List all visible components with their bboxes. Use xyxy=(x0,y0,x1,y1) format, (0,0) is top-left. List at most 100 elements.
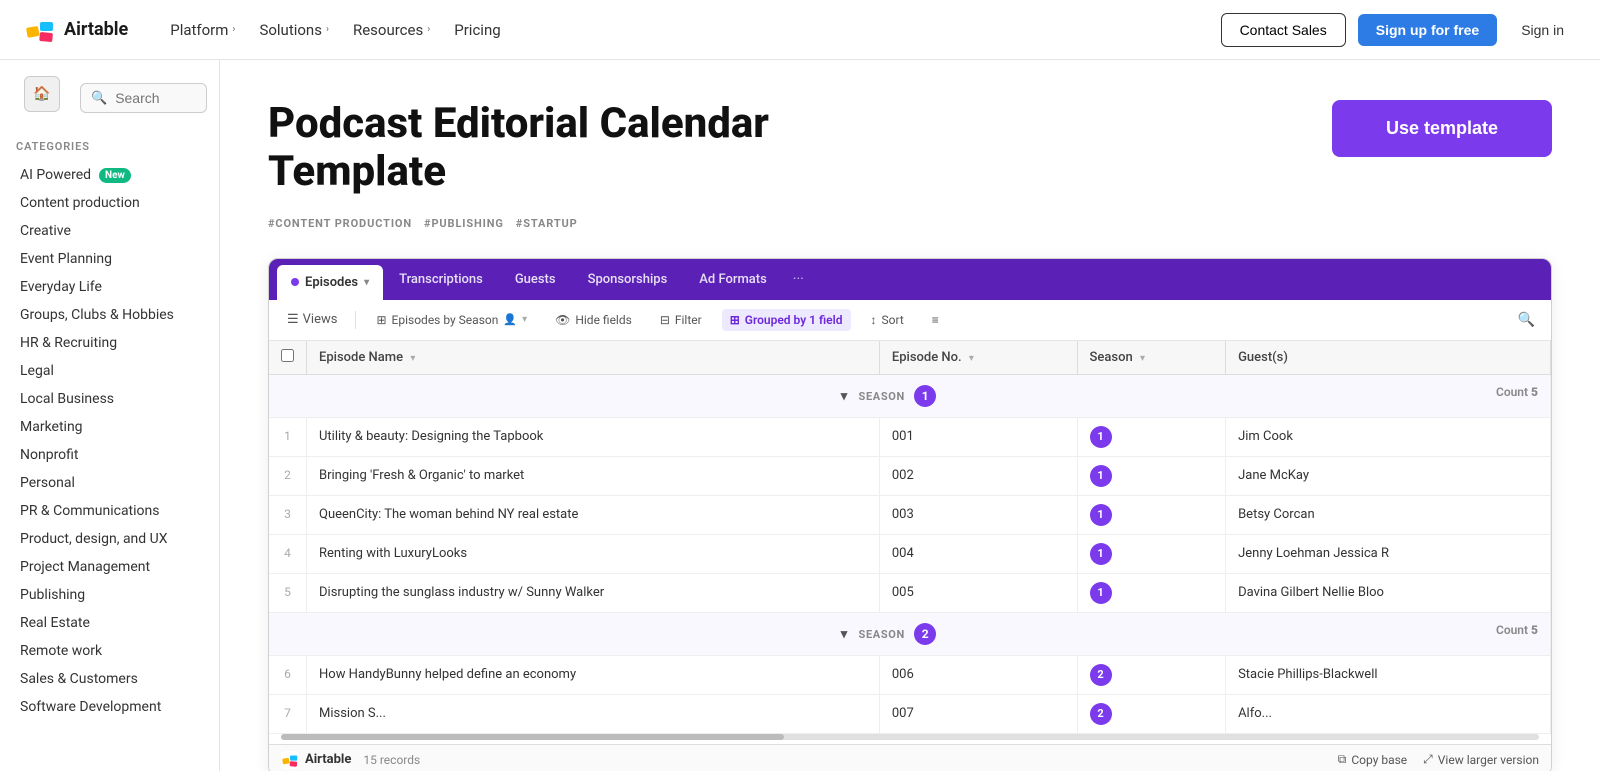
sidebar-item-product-design[interactable]: Product, design, and UX xyxy=(4,525,215,553)
row-height-button[interactable]: ≡ xyxy=(924,309,947,331)
nav-pricing[interactable]: Pricing xyxy=(444,15,510,45)
season-col-header[interactable]: Season ▾ xyxy=(1077,341,1226,375)
sidebar-item-real-estate[interactable]: Real Estate xyxy=(4,609,215,637)
views-button[interactable]: ☰ Views xyxy=(281,308,343,331)
season-tag-2: 1 xyxy=(1090,465,1112,487)
tab-ad-formats[interactable]: Ad Formats xyxy=(683,260,783,299)
sidebar-item-sales-customers[interactable]: Sales & Customers xyxy=(4,665,215,693)
sidebar-item-ai-powered[interactable]: AI Powered New xyxy=(4,161,215,189)
main-layout: 🏠 🔍 CATEGORIES AI Powered New Content pr… xyxy=(0,60,1600,771)
sidebar-item-label: Creative xyxy=(20,223,71,239)
use-template-button[interactable]: Use template xyxy=(1332,100,1552,157)
sidebar-item-publishing[interactable]: Publishing xyxy=(4,581,215,609)
copy-base-label: Copy base xyxy=(1351,753,1407,767)
hide-fields-button[interactable]: 👁 Hide fields xyxy=(547,309,640,331)
sidebar-item-creative[interactable]: Creative xyxy=(4,217,215,245)
tab-episodes[interactable]: Episodes ▾ xyxy=(277,265,383,300)
sidebar-item-marketing[interactable]: Marketing xyxy=(4,413,215,441)
sidebar-item-software-dev[interactable]: Software Development xyxy=(4,693,215,721)
filter-icon: ⊟ xyxy=(660,313,670,327)
select-all-checkbox[interactable] xyxy=(281,349,294,362)
row-num-7: 7 xyxy=(284,706,291,720)
sidebar-item-remote-work[interactable]: Remote work xyxy=(4,637,215,665)
episode-no-col-header[interactable]: Episode No. ▾ xyxy=(879,341,1077,375)
season-tag-1: 1 xyxy=(1090,426,1112,448)
tab-guests[interactable]: Guests xyxy=(499,260,572,299)
season1-expand-icon[interactable]: ▾ xyxy=(841,389,848,404)
season-cell: 1 xyxy=(1077,417,1226,456)
grouped-by-button[interactable]: ⊞ Grouped by 1 field xyxy=(722,309,851,331)
records-label: 15 records xyxy=(363,753,420,767)
sidebar-item-groups-clubs[interactable]: Groups, Clubs & Hobbies xyxy=(4,301,215,329)
checkbox-col-header[interactable] xyxy=(269,341,307,375)
sidebar-item-everyday-life[interactable]: Everyday Life xyxy=(4,273,215,301)
sidebar-item-event-planning[interactable]: Event Planning xyxy=(4,245,215,273)
home-button[interactable]: 🏠 xyxy=(24,76,60,112)
main-content: Podcast Editorial Calendar Template Use … xyxy=(220,60,1600,771)
episodes-by-season-button[interactable]: ⊞ Episodes by Season 👤 ▾ xyxy=(368,309,535,331)
episode-name-cell: Renting with LuxuryLooks xyxy=(307,534,880,573)
logo[interactable]: Airtable xyxy=(24,14,128,46)
sidebar-item-local-business[interactable]: Local Business xyxy=(4,385,215,413)
sidebar-item-label: Event Planning xyxy=(20,251,112,267)
episode-no-cell: 001 xyxy=(879,417,1077,456)
sidebar-item-legal[interactable]: Legal xyxy=(4,357,215,385)
nav-solutions[interactable]: Solutions › xyxy=(249,15,339,45)
search-box[interactable]: 🔍 xyxy=(80,83,207,113)
sidebar-item-label: Real Estate xyxy=(20,615,90,631)
episode-name-cell: Bringing 'Fresh & Organic' to market xyxy=(307,456,880,495)
row-num-1: 1 xyxy=(284,429,291,443)
guests-col-header[interactable]: Guest(s) xyxy=(1226,341,1551,375)
sidebar-item-personal[interactable]: Personal xyxy=(4,469,215,497)
season-tag-3: 1 xyxy=(1090,504,1112,526)
tab-transcriptions[interactable]: Transcriptions xyxy=(383,260,499,299)
episode-name-cell: QueenCity: The woman behind NY real esta… xyxy=(307,495,880,534)
tab-more-icon[interactable]: ··· xyxy=(783,259,814,299)
horizontal-scrollbar[interactable] xyxy=(281,734,1539,740)
sidebar: 🏠 🔍 CATEGORIES AI Powered New Content pr… xyxy=(0,60,220,771)
season2-expand-icon[interactable]: ▾ xyxy=(841,627,848,642)
signin-button[interactable]: Sign in xyxy=(1509,14,1576,46)
new-badge: New xyxy=(99,168,131,183)
table-row: 7 Mission S... 007 2 Alfo... xyxy=(269,694,1551,733)
tag-publishing: #PUBLISHING xyxy=(424,217,504,230)
episode-name-col-header[interactable]: Episode Name ▾ xyxy=(307,341,880,375)
nav-resources[interactable]: Resources › xyxy=(343,15,440,45)
signup-button[interactable]: Sign up for free xyxy=(1358,14,1497,46)
contact-sales-button[interactable]: Contact Sales xyxy=(1221,13,1346,47)
views-icon: ☰ xyxy=(287,312,299,327)
search-input[interactable] xyxy=(115,90,196,106)
sidebar-item-content-production[interactable]: Content production xyxy=(4,189,215,217)
footer-logo-text: Airtable xyxy=(305,752,351,767)
sidebar-item-hr-recruiting[interactable]: HR & Recruiting xyxy=(4,329,215,357)
tab-sponsorships[interactable]: Sponsorships xyxy=(572,260,684,299)
episode-no-cell: 003 xyxy=(879,495,1077,534)
episode-name-cell: Disrupting the sunglass industry w/ Sunn… xyxy=(307,573,880,612)
table-row: 4 Renting with LuxuryLooks 004 1 Jenny L… xyxy=(269,534,1551,573)
copy-base-button[interactable]: ⧉ Copy base xyxy=(1338,752,1407,767)
scroll-thumb[interactable] xyxy=(281,734,784,740)
tag-content-production: #CONTENT PRODUCTION xyxy=(268,217,412,230)
template-header: Podcast Editorial Calendar Template Use … xyxy=(268,100,1552,197)
sidebar-item-project-management[interactable]: Project Management xyxy=(4,553,215,581)
guests-cell: Jim Cook xyxy=(1226,417,1551,456)
season-tag-5: 1 xyxy=(1090,582,1112,604)
sidebar-item-nonprofit[interactable]: Nonprofit xyxy=(4,441,215,469)
tab-chevron-icon: ▾ xyxy=(364,277,369,288)
table-header-row: Episode Name ▾ Episode No. ▾ Season ▾ xyxy=(269,341,1551,375)
sidebar-top-row: 🏠 🔍 xyxy=(12,76,207,120)
filter-button[interactable]: ⊟ Filter xyxy=(652,309,710,331)
grouped-by-label: Grouped by 1 field xyxy=(745,313,843,327)
template-title: Podcast Editorial Calendar Template xyxy=(268,100,828,197)
categories-label: CATEGORIES xyxy=(0,136,219,161)
sidebar-item-pr-communications[interactable]: PR & Communications xyxy=(4,497,215,525)
sidebar-item-label: Personal xyxy=(20,475,75,491)
episode-name-cell: Mission S... xyxy=(307,694,880,733)
episode-name-sort-icon: ▾ xyxy=(410,353,415,364)
sort-button[interactable]: ↕ Sort xyxy=(863,309,912,331)
sidebar-item-label: Marketing xyxy=(20,419,83,435)
nav-platform[interactable]: Platform › xyxy=(160,15,245,45)
search-toolbar-button[interactable]: 🔍 xyxy=(1514,308,1539,332)
row-num-4: 4 xyxy=(284,546,291,560)
view-larger-button[interactable]: ⤢ View larger version xyxy=(1423,752,1539,767)
